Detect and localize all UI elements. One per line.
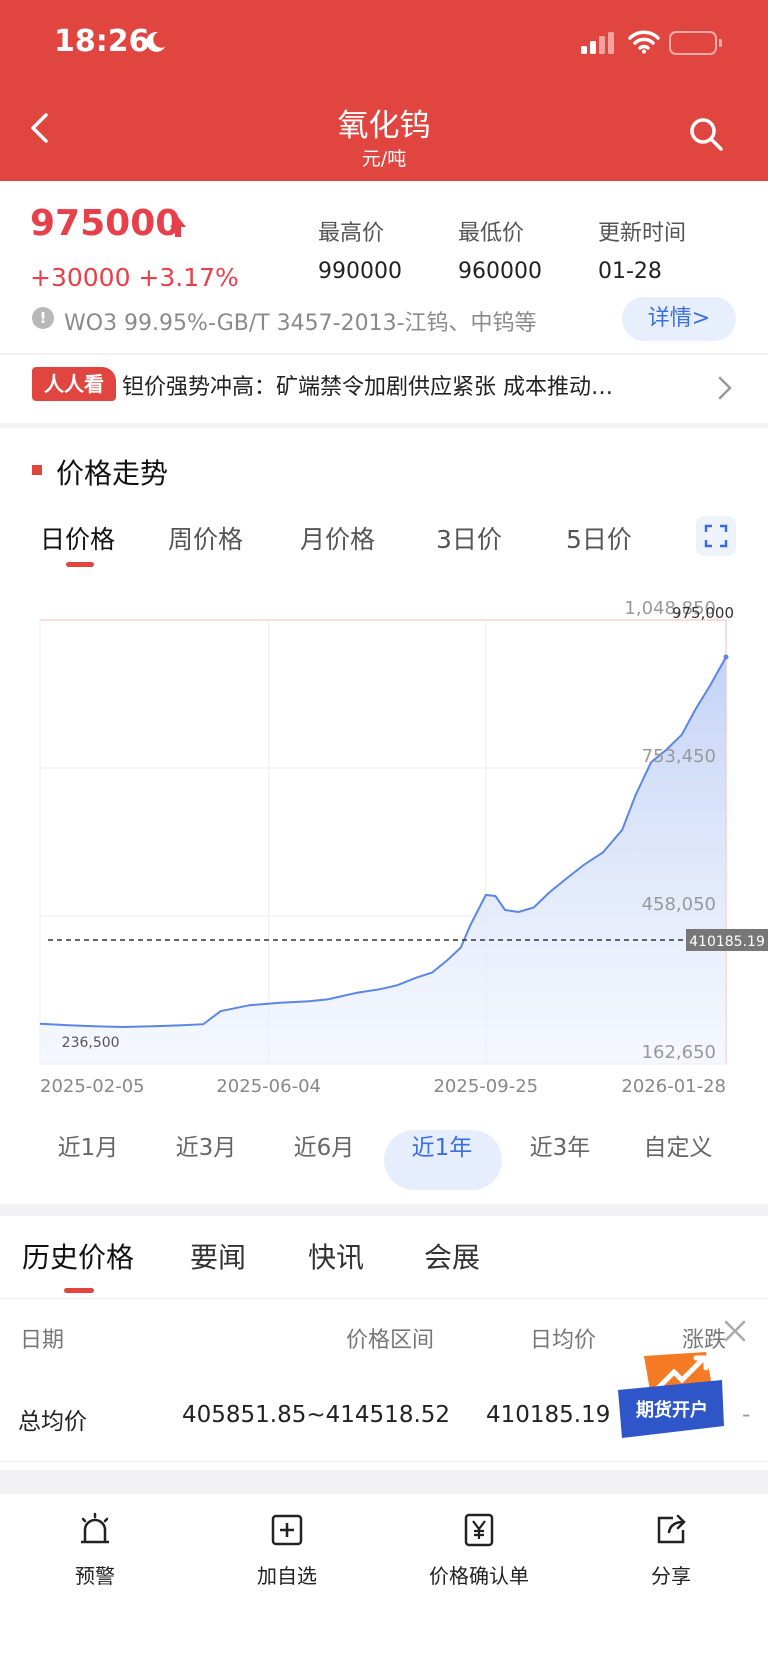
bottom-toolbar: 预警 加自选 价格确认单 分享 xyxy=(0,1494,768,1662)
price-area xyxy=(40,657,726,1064)
tab-3day[interactable]: 3日价 xyxy=(436,520,502,556)
chevron-right-icon[interactable] xyxy=(716,375,734,401)
current-price: 975000 xyxy=(30,203,181,244)
high-value: 990000 xyxy=(318,259,402,284)
col-avg: 日均价 xyxy=(530,1328,597,1353)
receipt-yen-icon xyxy=(464,1513,494,1547)
share-label: 分享 xyxy=(651,1564,691,1588)
spec-text: WO3 99.95%-GB/T 3457-2013-江钨、中钨等 xyxy=(64,311,537,336)
col-date: 日期 xyxy=(20,1328,65,1353)
tab-5day[interactable]: 5日价 xyxy=(566,520,632,556)
x-tick-label: 2025-06-04 xyxy=(216,1076,321,1097)
tab-news[interactable]: 要闻 xyxy=(190,1236,246,1276)
battery-icon xyxy=(669,31,717,55)
range-3y[interactable]: 近3年 xyxy=(510,1128,610,1162)
price-confirm-label: 价格确认单 xyxy=(429,1564,529,1588)
info-icon: ! xyxy=(32,307,54,329)
tab-indicator xyxy=(66,562,94,567)
news-tag: 人人看 xyxy=(32,367,116,401)
bell-alarm-icon xyxy=(81,1512,109,1544)
low-value: 960000 xyxy=(458,259,542,284)
row-range: 405851.85~414518.52 xyxy=(182,1402,451,1428)
row-date: 总均价 xyxy=(18,1409,87,1435)
low-label: 最低价 xyxy=(458,221,525,246)
search-icon[interactable] xyxy=(688,116,724,152)
price-chart[interactable]: 1,048,850753,450458,050162,6502025-02-05… xyxy=(0,588,768,1128)
price-trend-card: 价格走势 日价格 周价格 月价格 3日价 5日价 1,048,850 753,45… xyxy=(0,428,768,1204)
y-tick-label: 753,450 xyxy=(642,746,716,767)
row-avg: 410185.19 xyxy=(486,1402,611,1428)
range-1m[interactable]: 近1月 xyxy=(38,1128,138,1162)
fullscreen-icon xyxy=(704,524,728,548)
row-change: - xyxy=(742,1402,751,1428)
share-icon xyxy=(657,1514,686,1544)
wifi-icon xyxy=(628,30,660,54)
page-title: 氧化钨 xyxy=(337,108,431,144)
add-watchlist-label: 加自选 xyxy=(257,1564,317,1588)
divider xyxy=(0,1298,768,1299)
price-summary: 975000 +30000 +3.17% 最高价 990000 最低价 9600… xyxy=(0,181,768,353)
battery-tip xyxy=(719,39,722,47)
news-ticker[interactable]: 人人看 钽价强势冲高：矿端禁令加剧供应紧张 成本推动… xyxy=(0,355,768,423)
fullscreen-button[interactable] xyxy=(696,516,736,556)
min-value-label: 236,500 xyxy=(62,1035,120,1051)
news-headline[interactable]: 钽价强势冲高：矿端禁令加剧供应紧张 成本推动… xyxy=(122,369,682,401)
tab-flash[interactable]: 快讯 xyxy=(308,1236,364,1276)
page-unit: 元/吨 xyxy=(361,148,407,170)
header-bar: 18:26 氧化钨 元/吨 xyxy=(0,0,768,181)
tab-history[interactable]: 历史价格 xyxy=(22,1236,134,1276)
x-tick-label: 2025-09-25 xyxy=(433,1076,538,1097)
range-3m[interactable]: 近3月 xyxy=(156,1128,256,1162)
close-icon[interactable] xyxy=(722,1318,748,1344)
tab-daily[interactable]: 日价格 xyxy=(40,520,115,556)
app-screen: 18:26 氧化钨 元/吨 975000 +30000 +3.17% 最高价 9… xyxy=(0,0,768,1662)
status-time: 18:26 xyxy=(54,24,150,59)
cellular-signal-icon xyxy=(581,32,614,54)
add-box-icon xyxy=(271,1514,303,1546)
x-tick-label: 2025-02-05 xyxy=(40,1076,145,1097)
share-button[interactable]: 分享 xyxy=(606,1512,736,1589)
y-tick-label: 458,050 xyxy=(642,894,716,915)
range-custom[interactable]: 自定义 xyxy=(628,1128,728,1162)
latest-value-label: 975,000 xyxy=(672,604,734,622)
moon-icon xyxy=(146,31,165,52)
arrow-up-icon xyxy=(170,217,186,237)
col-range: 价格区间 xyxy=(346,1328,435,1353)
tab-expo[interactable]: 会展 xyxy=(424,1236,480,1276)
alert-label: 预警 xyxy=(75,1564,115,1588)
add-watchlist-button[interactable]: 加自选 xyxy=(222,1512,352,1589)
range-6m[interactable]: 近6月 xyxy=(274,1128,374,1162)
updated-value: 01-28 xyxy=(598,259,662,284)
average-label: 410185.19 xyxy=(689,934,765,950)
tab-monthly[interactable]: 月价格 xyxy=(300,520,375,556)
detail-button[interactable]: 详情> xyxy=(622,297,736,341)
high-label: 最高价 xyxy=(318,221,385,246)
latest-point xyxy=(723,654,729,660)
y-tick-label: 162,650 xyxy=(642,1042,716,1063)
alert-button[interactable]: 预警 xyxy=(30,1512,160,1589)
history-tab-indicator xyxy=(64,1288,94,1293)
section-title: 价格走势 xyxy=(56,457,169,490)
history-card: 历史价格 要闻 快讯 会展 日期 价格区间 日均价 涨跌 总均价 405851.… xyxy=(0,1216,768,1470)
price-change: +30000 +3.17% xyxy=(30,263,239,292)
promo-label: 期货开户 xyxy=(636,1399,708,1421)
futures-promo-badge[interactable]: 期货开户 xyxy=(616,1350,726,1450)
x-tick-label: 2026-01-28 xyxy=(621,1076,726,1097)
section-marker xyxy=(32,465,42,475)
row-divider xyxy=(0,1461,768,1462)
tab-weekly[interactable]: 周价格 xyxy=(168,520,243,556)
range-1y[interactable]: 近1年 xyxy=(392,1128,492,1162)
updated-label: 更新时间 xyxy=(598,221,687,246)
price-confirm-button[interactable]: 价格确认单 xyxy=(414,1512,544,1589)
